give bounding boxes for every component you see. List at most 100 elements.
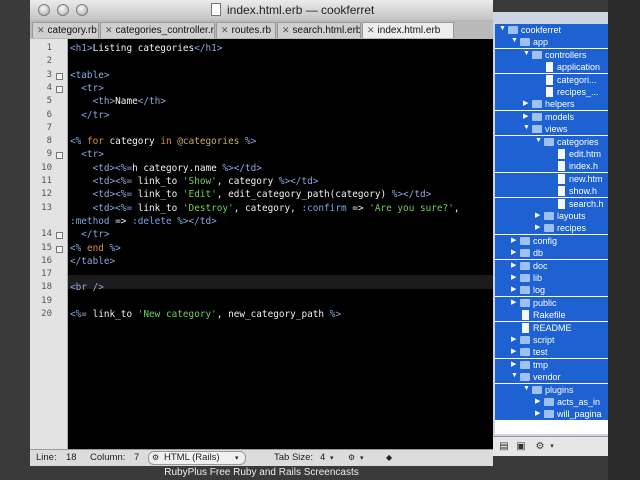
disclosure-open-icon[interactable]: ▼: [499, 25, 506, 32]
code-line[interactable]: <% for category in @categories %>: [70, 136, 256, 147]
tree-item[interactable]: ▶ config: [495, 234, 608, 247]
tab-size-value[interactable]: 4: [320, 452, 325, 463]
code-line[interactable]: <%= link_to 'New category', new_category…: [70, 309, 341, 320]
tree-item[interactable]: ▶ doc: [495, 259, 608, 272]
tree-item[interactable]: edit.htm: [495, 148, 608, 160]
tab-category-rb[interactable]: ✕ category.rb: [32, 22, 99, 38]
disclosure-closed-icon[interactable]: ▶: [511, 360, 516, 368]
disclosure-closed-icon[interactable]: ▶: [535, 223, 540, 231]
disclosure-closed-icon[interactable]: ▶: [511, 273, 516, 281]
tab-size-label[interactable]: Tab Size:: [274, 452, 313, 463]
tree-item[interactable]: application: [495, 61, 608, 74]
tab-close-icon[interactable]: ✕: [282, 25, 290, 35]
disclosure-open-icon[interactable]: ▼: [523, 50, 530, 57]
tree-item[interactable]: ▼ app: [495, 36, 608, 49]
disclosure-closed-icon[interactable]: ▶: [535, 409, 540, 417]
tab-routes-rb[interactable]: ✕ routes.rb: [216, 22, 276, 38]
code-line[interactable]: </table>: [70, 256, 115, 267]
tab-close-icon[interactable]: ✕: [37, 25, 45, 35]
tree-item[interactable]: ▶ models: [495, 110, 608, 123]
add-folder-icon[interactable]: ▣: [514, 440, 528, 453]
tree-item[interactable]: ▶ tmp: [495, 358, 608, 371]
tree-item[interactable]: README: [495, 321, 608, 334]
tree-item[interactable]: show.h: [495, 185, 608, 198]
disclosure-closed-icon[interactable]: ▶: [511, 248, 516, 256]
disclosure-open-icon[interactable]: ▼: [511, 372, 518, 379]
tree-item[interactable]: index.h: [495, 160, 608, 173]
tree-item[interactable]: ▼ vendor: [495, 371, 608, 384]
disclosure-closed-icon[interactable]: ▶: [511, 236, 516, 244]
fold-marker-icon[interactable]: [56, 152, 63, 160]
code-line[interactable]: <table>: [70, 70, 110, 81]
tree-item[interactable]: ▶ lib: [495, 272, 608, 284]
code-line[interactable]: <br />: [70, 282, 104, 293]
fold-marker-icon[interactable]: [56, 72, 63, 80]
fold-marker-icon[interactable]: [56, 232, 63, 240]
code-line[interactable]: <td><%= link_to 'Destroy', category, :co…: [70, 203, 460, 214]
code-line[interactable]: <th>Name</th>: [70, 96, 166, 107]
tree-item[interactable]: recipes_...: [495, 86, 608, 98]
tree-item[interactable]: ▼ cookferret: [495, 24, 608, 36]
tab-close-icon[interactable]: ✕: [221, 25, 229, 35]
tree-item[interactable]: ▼ views: [495, 123, 608, 136]
close-window-button[interactable]: [38, 4, 50, 16]
disclosure-open-icon[interactable]: ▼: [535, 137, 542, 144]
code-line[interactable]: <td><%= link_to 'Edit', edit_category_pa…: [70, 189, 432, 200]
code-line[interactable]: <h1>Listing categories</h1>: [70, 43, 222, 54]
tree-item[interactable]: ▶ db: [495, 247, 608, 260]
code-editor[interactable]: <h1>Listing categories</h1> <table> <tr> …: [68, 39, 493, 449]
disclosure-closed-icon[interactable]: ▶: [511, 335, 516, 343]
tree-item[interactable]: Rakefile: [495, 309, 608, 322]
code-line[interactable]: <tr>: [70, 83, 104, 94]
tree-item[interactable]: search.h: [495, 197, 608, 210]
code-token: :confirm: [301, 202, 347, 214]
disclosure-closed-icon[interactable]: ▶: [511, 285, 516, 293]
tree-item[interactable]: ▼ controllers: [495, 48, 608, 61]
tree-item[interactable]: new.htm: [495, 172, 608, 185]
project-file-tree[interactable]: ▼ cookferret ▼ app ▼ controllers application ca…: [495, 24, 608, 434]
code-line[interactable]: <% end %>: [70, 243, 121, 254]
tree-item[interactable]: ▶ helpers: [495, 98, 608, 111]
disclosure-open-icon[interactable]: ▼: [523, 124, 530, 131]
tree-item[interactable]: ▼ plugins: [495, 383, 608, 396]
tree-item[interactable]: ▶ public: [495, 296, 608, 309]
minimize-window-button[interactable]: [57, 4, 69, 16]
disclosure-open-icon[interactable]: ▼: [523, 385, 530, 392]
tree-item[interactable]: ▶ test: [495, 346, 608, 359]
fold-marker-icon[interactable]: [56, 85, 63, 93]
gear-icon[interactable]: ⚙: [348, 453, 355, 462]
tab-categories-controller-rb[interactable]: ✕ categories_controller.rb: [100, 22, 215, 38]
tab-close-icon[interactable]: ✕: [367, 25, 375, 35]
add-file-icon[interactable]: ▤: [497, 440, 511, 453]
code-line[interactable]: </tr>: [70, 229, 109, 240]
tab-close-icon[interactable]: ✕: [105, 25, 113, 35]
disclosure-closed-icon[interactable]: ▶: [511, 298, 516, 306]
tree-item-label: recipes: [557, 223, 587, 234]
disclosure-open-icon[interactable]: ▼: [511, 37, 518, 44]
tree-item[interactable]: ▶ acts_as_in: [495, 396, 608, 408]
tree-item[interactable]: ▶ will_pagina: [495, 408, 608, 421]
symbol-menu-icon[interactable]: ◆: [386, 453, 392, 462]
tab-search-html-erb[interactable]: ✕ search.html.erb: [277, 22, 361, 38]
disclosure-closed-icon[interactable]: ▶: [511, 347, 516, 355]
code-line[interactable]: <td><%= link_to 'Show', category %></td>: [70, 176, 319, 187]
fold-marker-icon[interactable]: [56, 245, 63, 253]
code-line[interactable]: :method => :delete %></td>: [70, 216, 217, 227]
disclosure-closed-icon[interactable]: ▶: [511, 261, 516, 269]
disclosure-closed-icon[interactable]: ▶: [523, 112, 528, 120]
tree-item[interactable]: ▶ layouts: [495, 210, 608, 222]
disclosure-closed-icon[interactable]: ▶: [535, 211, 540, 219]
code-line[interactable]: <tr>: [70, 149, 104, 160]
tree-item[interactable]: ▶ recipes: [495, 222, 608, 235]
code-line[interactable]: <td><%=h category.name %></td>: [70, 163, 262, 174]
tab-index-html-erb[interactable]: ✕ index.html.erb: [362, 22, 454, 38]
tree-item[interactable]: ▼ categories: [495, 135, 608, 148]
disclosure-closed-icon[interactable]: ▶: [535, 397, 540, 405]
tree-item[interactable]: categori...: [495, 73, 608, 86]
disclosure-closed-icon[interactable]: ▶: [523, 99, 528, 107]
tree-item[interactable]: ▶ log: [495, 284, 608, 297]
zoom-window-button[interactable]: [76, 4, 88, 16]
code-line[interactable]: </tr>: [70, 110, 109, 121]
tree-item[interactable]: ▶ script: [495, 334, 608, 346]
title-bar[interactable]: index.html.erb — cookferret: [30, 0, 493, 20]
